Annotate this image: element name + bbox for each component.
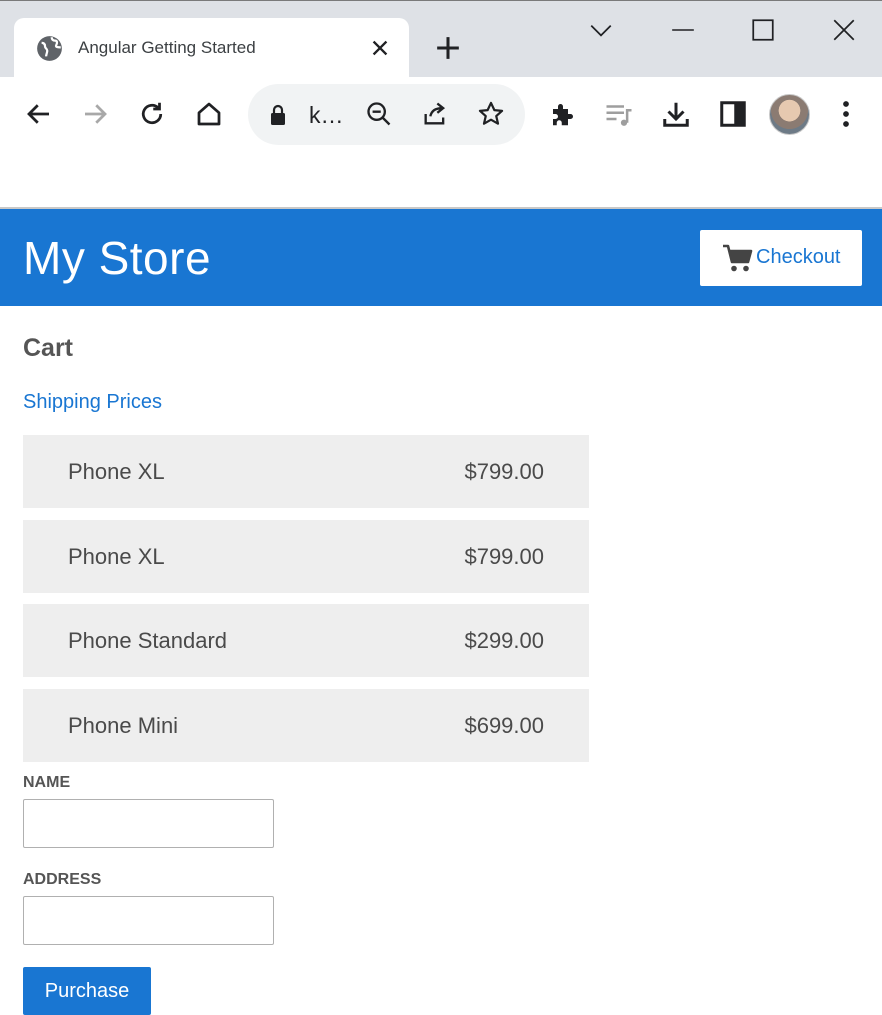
- cart-item-price: $699.00: [464, 713, 544, 738]
- minimize-icon[interactable]: [670, 17, 696, 43]
- checkout-button[interactable]: Checkout: [700, 230, 862, 286]
- zoom-out-icon[interactable]: [365, 100, 393, 128]
- chevron-down-icon[interactable]: [588, 17, 614, 43]
- globe-icon: [37, 36, 62, 61]
- close-icon[interactable]: [369, 37, 391, 59]
- cart-item-price: $799.00: [464, 544, 544, 569]
- shopping-cart-icon: [723, 244, 753, 272]
- reload-icon[interactable]: [137, 99, 167, 129]
- window-close-icon[interactable]: [831, 17, 857, 43]
- purchase-button[interactable]: Purchase: [23, 967, 151, 1015]
- plus-icon[interactable]: [435, 35, 461, 61]
- name-label: NAME: [23, 774, 71, 791]
- back-arrow-icon[interactable]: [24, 99, 54, 129]
- forward-arrow-icon[interactable]: [80, 99, 110, 129]
- cart-item-name: Phone Standard: [68, 628, 228, 653]
- cart-item-name: Phone XL: [68, 544, 165, 569]
- download-icon[interactable]: [661, 99, 691, 129]
- browser-tab-strip: Angular Getting Started: [0, 0, 882, 78]
- kebab-menu-icon[interactable]: [831, 99, 861, 129]
- browser-toolbar: k…: [0, 77, 882, 209]
- cart-item: Phone XL $799.00: [23, 520, 589, 593]
- cart-item: Phone XL $799.00: [23, 435, 589, 508]
- checkout-label: Checkout: [756, 246, 841, 268]
- address-label: ADDRESS: [23, 871, 102, 888]
- cart-item: Phone Standard $299.00: [23, 604, 589, 677]
- cart-heading: Cart: [23, 334, 74, 362]
- store-title[interactable]: My Store: [23, 231, 211, 285]
- lock-icon[interactable]: [268, 104, 288, 126]
- name-input[interactable]: [23, 799, 274, 848]
- browser-tab-active[interactable]: Angular Getting Started: [14, 18, 409, 78]
- shipping-prices-link[interactable]: Shipping Prices: [23, 391, 162, 414]
- browser-tab-title: Angular Getting Started: [78, 38, 256, 57]
- share-icon[interactable]: [421, 100, 449, 128]
- media-queue-icon[interactable]: [604, 99, 634, 129]
- address-bar[interactable]: k…: [248, 84, 525, 145]
- address-text[interactable]: k…: [309, 102, 344, 129]
- address-input[interactable]: [23, 896, 274, 945]
- store-top-bar: My Store Checkout: [0, 209, 882, 306]
- cart-item-name: Phone XL: [68, 459, 165, 484]
- cart-item-name: Phone Mini: [68, 713, 179, 738]
- cart-item-price: $299.00: [464, 628, 544, 653]
- maximize-icon[interactable]: [750, 17, 776, 43]
- home-icon[interactable]: [194, 99, 224, 129]
- bookmark-star-icon[interactable]: [477, 100, 505, 128]
- cart-item: Phone Mini $699.00: [23, 689, 589, 762]
- extensions-puzzle-icon[interactable]: [548, 99, 578, 129]
- side-panel-icon[interactable]: [718, 99, 748, 129]
- cart-item-price: $799.00: [464, 459, 544, 484]
- profile-avatar[interactable]: [769, 94, 810, 135]
